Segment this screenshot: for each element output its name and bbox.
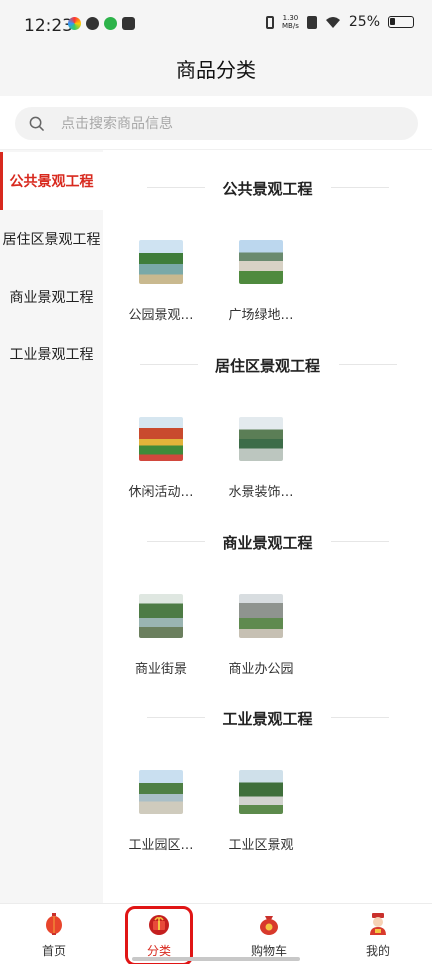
- product-image-waterscape: [239, 417, 283, 461]
- product-item-commercial-street[interactable]: 商业街景: [116, 594, 206, 677]
- product-image-plaza: [239, 240, 283, 284]
- product-image-industrial-landscape: [239, 770, 283, 814]
- god-of-wealth-icon: [370, 913, 386, 935]
- paw-icon: [104, 17, 117, 30]
- net-speed: 1.30 MB/s: [282, 14, 299, 30]
- product-label: 工业园区…: [128, 838, 194, 853]
- product-label: 商业街景: [134, 662, 187, 677]
- search-area: [0, 96, 432, 150]
- battery-icon: [388, 16, 414, 28]
- category-content: 公共景观工程 公园景观… 广场绿地… 居住区景观工程 休闲活动… 水景装饰… 商…: [103, 150, 432, 903]
- message-icon: [122, 17, 135, 30]
- product-image-leisure: [139, 417, 183, 461]
- nav-profile[interactable]: 我的: [343, 904, 413, 962]
- product-label: 水景装饰…: [228, 485, 294, 500]
- nav-highlight-ring: [125, 906, 193, 964]
- product-label: 商业办公园: [228, 662, 294, 677]
- sidebar-item-label: 居住区景观工程: [2, 232, 101, 248]
- product-label: 广场绿地…: [228, 308, 294, 323]
- page-header: 商品分类: [0, 50, 432, 96]
- app-notification-icon: [68, 17, 81, 30]
- section-title-industrial: 工业景观工程: [222, 710, 313, 728]
- sidebar-item-public-landscape[interactable]: 公共景观工程: [0, 152, 103, 210]
- search-input[interactable]: [61, 107, 401, 140]
- status-bar: 12:23 1.30 MB/s 25%: [0, 0, 432, 50]
- bottom-nav: 首页 分类 购物车 我的: [0, 903, 432, 964]
- nav-label: 我的: [365, 944, 390, 958]
- sidebar-item-residential-landscape[interactable]: 居住区景观工程: [0, 210, 103, 268]
- product-label: 工业区景观: [228, 838, 294, 853]
- app-notification-icon: [86, 17, 99, 30]
- category-sidebar: 公共景观工程 居住区景观工程 商业景观工程 工业景观工程: [0, 150, 103, 903]
- search-box[interactable]: [15, 107, 418, 140]
- status-time: 12:23: [24, 16, 73, 36]
- product-label: 公园景观…: [128, 308, 194, 323]
- home-indicator: [132, 957, 300, 961]
- status-right: 1.30 MB/s 25%: [266, 14, 414, 30]
- product-item-park[interactable]: 公园景观…: [116, 240, 206, 323]
- page-title: 商品分类: [176, 58, 256, 82]
- sidebar-item-commercial-landscape[interactable]: 商业景观工程: [0, 268, 103, 326]
- sidebar-item-label: 商业景观工程: [9, 290, 94, 306]
- nav-home[interactable]: 首页: [19, 904, 89, 962]
- wifi-icon: [325, 16, 340, 28]
- nav-cart[interactable]: 购物车: [234, 904, 304, 962]
- sidebar-item-label: 公共景观工程: [9, 174, 94, 190]
- product-image-commercial-street: [139, 594, 183, 638]
- section-title-public: 公共景观工程: [222, 180, 313, 198]
- product-label: 休闲活动…: [128, 485, 194, 500]
- vibrate-icon: [266, 15, 275, 29]
- lantern-icon: [46, 913, 62, 935]
- product-image-office-park: [239, 594, 283, 638]
- product-item-industrial-landscape[interactable]: 工业区景观: [216, 770, 306, 853]
- money-bag-icon: [260, 916, 278, 935]
- notification-icons: [68, 17, 135, 30]
- sidebar-item-industrial-landscape[interactable]: 工业景观工程: [0, 325, 103, 383]
- nav-label: 首页: [41, 944, 66, 958]
- product-item-office-park[interactable]: 商业办公园: [216, 594, 306, 677]
- product-image-industrial-park: [139, 770, 183, 814]
- product-item-leisure[interactable]: 休闲活动…: [116, 417, 206, 500]
- battery-percent: 25%: [348, 14, 380, 30]
- product-item-plaza[interactable]: 广场绿地…: [216, 240, 306, 323]
- sidebar-item-label: 工业景观工程: [9, 347, 94, 363]
- section-title-commercial: 商业景观工程: [222, 534, 313, 552]
- product-image-park: [139, 240, 183, 284]
- sim-icon: [306, 15, 317, 29]
- product-item-waterscape[interactable]: 水景装饰…: [216, 417, 306, 500]
- product-item-industrial-park[interactable]: 工业园区…: [116, 770, 206, 853]
- search-icon: [29, 116, 44, 131]
- section-title-residential: 居住区景观工程: [214, 357, 320, 375]
